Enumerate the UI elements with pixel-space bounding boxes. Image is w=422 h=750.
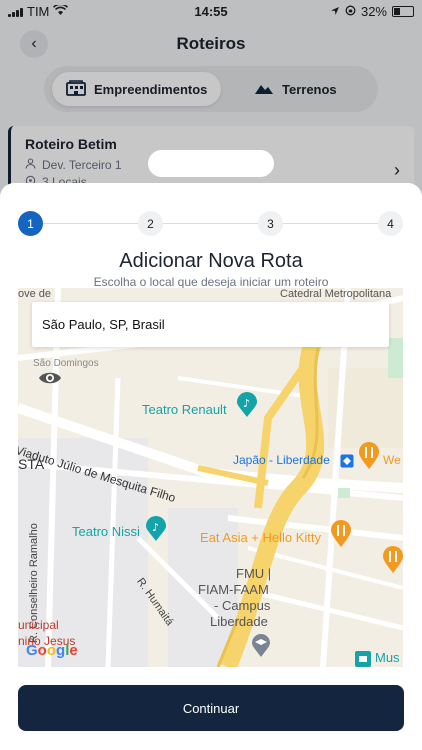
map-label-liberdade: Liberdade — [210, 614, 268, 629]
svg-text:♪: ♪ — [152, 521, 159, 534]
add-route-sheet: 1 2 3 4 Adicionar Nova Rota Escolha o lo… — [0, 183, 422, 750]
map-label-municipal: unicipal — [18, 618, 59, 632]
step-3: 3 — [258, 211, 283, 236]
sheet-subtitle: Escolha o local que deseja iniciar um ro… — [93, 275, 329, 289]
step-1: 1 — [18, 211, 43, 236]
map-label-domingos: São Domingos — [33, 358, 99, 369]
map-label-campus: - Campus — [214, 598, 271, 613]
map-label-teatro-renault: Teatro Renault — [142, 402, 227, 417]
map-label-teatro-nissi: Teatro Nissi — [72, 524, 140, 539]
stepper: 1 2 3 4 — [18, 211, 404, 237]
step-4: 4 — [378, 211, 403, 236]
map-label-catedral: Catedral Metropolitana — [280, 288, 392, 300]
continue-button[interactable]: Continuar — [18, 685, 404, 731]
step-2: 2 — [138, 211, 163, 236]
loading-pill — [148, 150, 274, 177]
google-logo: Google — [26, 642, 78, 659]
map-label-we: We — [383, 453, 401, 467]
map-label-sta: STA — [18, 456, 45, 472]
map-label-eat-asia: Eat Asia + Hello Kitty — [200, 530, 322, 545]
map-label-fiam: FIAM-FAAM — [198, 582, 269, 597]
map-label-japao: Japão - Liberdade — [233, 453, 330, 467]
map-label-mus: Mus — [375, 650, 400, 665]
svg-text:♪: ♪ — [243, 397, 250, 410]
stepper-line — [31, 223, 391, 224]
sheet-title: Adicionar Nova Rota — [119, 250, 303, 272]
location-search-input[interactable]: São Paulo, SP, Brasil — [32, 302, 389, 347]
map-view[interactable]: São Paulo, SP, Brasil ove de Catedral Me… — [18, 288, 403, 667]
map-label-ove: ove de — [18, 288, 52, 300]
map-label-fmu: FMU | — [236, 566, 272, 581]
